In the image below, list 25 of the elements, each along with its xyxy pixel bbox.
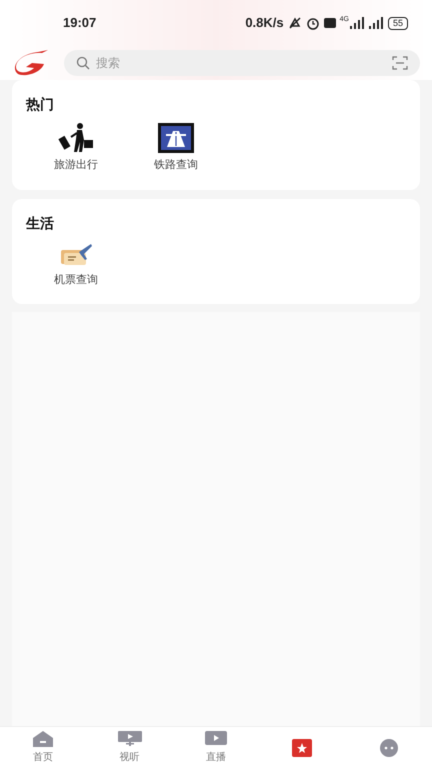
tab-item[interactable]: 首页 <box>0 727 86 768</box>
traveler-icon <box>58 123 94 153</box>
section-title: 生活 <box>26 214 55 232</box>
battery-level: 55 <box>388 16 408 30</box>
home-icon <box>33 730 54 746</box>
search-icon <box>76 56 90 70</box>
search-bar[interactable]: 搜索 <box>64 50 420 76</box>
scan-icon[interactable] <box>392 56 408 70</box>
highway-icon <box>158 123 194 153</box>
plane-ticket-icon <box>59 242 93 268</box>
signal-icon <box>350 17 384 29</box>
service-item[interactable]: 铁路查询 <box>126 123 226 174</box>
person-icon <box>378 738 399 756</box>
tv-icon <box>118 730 142 746</box>
status-time: 19:07 <box>63 14 96 32</box>
video-icon <box>205 730 228 746</box>
search-field[interactable]: 搜索 <box>96 54 386 72</box>
mute-icon <box>288 16 302 30</box>
tab-item[interactable]: 直播 <box>172 727 260 768</box>
service-item[interactable]: 旅游出行 <box>26 123 126 174</box>
tab-item[interactable]: 视听 <box>86 727 173 768</box>
service-item[interactable]: 机票查询 <box>26 242 126 288</box>
alarm-icon <box>306 16 320 30</box>
network-speed: 0.8K/s <box>245 14 284 32</box>
section-title: 热门 <box>26 95 55 114</box>
